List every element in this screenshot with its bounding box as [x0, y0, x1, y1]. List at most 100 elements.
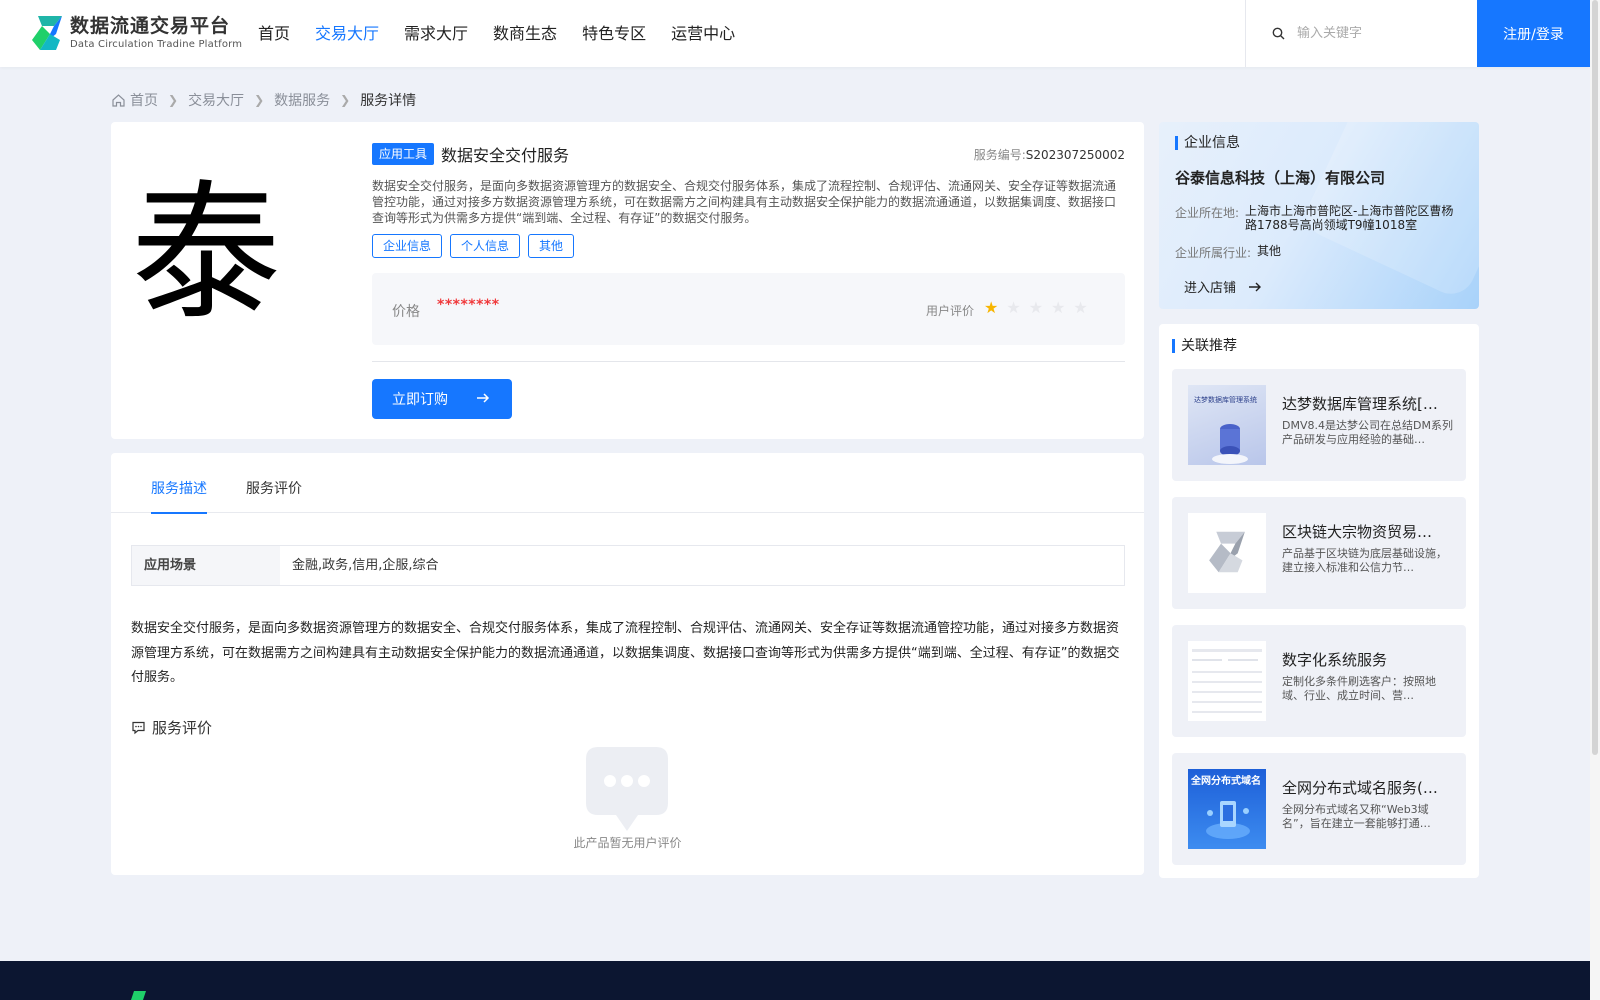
top-header: 数据流通交易平台 Data Circulation Tradine Platfo… [0, 0, 1590, 67]
nav-trading-hall[interactable]: 交易大厅 [315, 22, 379, 46]
service-code: 服务编号:S202307250002 [974, 146, 1125, 163]
arrow-right-icon [477, 393, 490, 403]
detail-card: 服务描述 服务评价 应用场景 金融,政务,信用,企服,综合 数据安全交付服务，是… [111, 453, 1144, 875]
product-card: 泰 应用工具 数据安全交付服务 服务编号:S202307250002 数据安全交… [111, 122, 1144, 439]
tag-other[interactable]: 其他 [528, 234, 575, 258]
company-industry: 企业所属行业: 其他 [1175, 244, 1281, 261]
breadcrumb-home[interactable]: 首页 [130, 90, 158, 110]
nav-home[interactable]: 首页 [258, 22, 290, 46]
company-name: 谷泰信息科技（上海）有限公司 [1175, 169, 1386, 187]
company-industry-value: 其他 [1257, 244, 1282, 258]
network-icon [1206, 801, 1250, 839]
recommend-item-desc: 产品基于区块链为底层基础设施，建立接入标准和公信力节… [1282, 547, 1447, 574]
enter-shop-link[interactable]: 进入店铺 [1184, 277, 1262, 296]
order-now-label: 立即订购 [392, 392, 448, 408]
recommend-item[interactable]: 全网分布式域名 全网分布式域名服务(… 全网分布式域名又称“Web3域名”，旨在… [1172, 753, 1466, 865]
footer-logo-icon [131, 991, 146, 1000]
review-section-title: 服务评价 [131, 717, 212, 738]
company-card: 企业信息 谷泰信息科技（上海）有限公司 企业所在地: 上海市上海市普陀区-上海市… [1159, 122, 1479, 309]
nav-ecosystem[interactable]: 数商生态 [493, 22, 557, 46]
recommend-item-desc: DMV8.4是达梦公司在总结DM系列产品研发与应用经验的基础… [1282, 419, 1453, 446]
product-title: 数据安全交付服务 [441, 146, 570, 165]
recommend-item-name: 全网分布式域名服务(… [1282, 779, 1438, 797]
scrollbar-thumb[interactable] [1592, 0, 1598, 755]
thumb-text: 达梦数据库管理系统 [1194, 396, 1257, 404]
recommend-thumb-digital-system [1188, 641, 1266, 721]
nav-operation-center[interactable]: 运营中心 [671, 22, 735, 46]
breadcrumb-trading-hall[interactable]: 交易大厅 [188, 90, 244, 110]
logo-title: 数据流通交易平台 [70, 15, 231, 37]
company-section-title: 企业信息 [1175, 135, 1240, 151]
site-logo[interactable]: 数据流通交易平台 Data Circulation Tradine Platfo… [28, 12, 242, 54]
tag-enterprise-info[interactable]: 企业信息 [372, 234, 443, 258]
star-icon: ★ [1073, 298, 1088, 317]
logo-subtitle: Data Circulation Tradine Platform [70, 39, 243, 50]
thumb-text: 全网分布式域名 [1191, 776, 1261, 787]
recommend-item-name: 数字化系统服务 [1282, 651, 1388, 669]
main-nav: 首页 交易大厅 需求大厅 数商生态 特色专区 运营中心 [258, 22, 760, 46]
service-description-text: 数据安全交付服务，是面向多数据资源管理方的数据安全、合规交付服务体系，集成了流程… [131, 621, 1120, 685]
category-tag: 应用工具 [372, 143, 435, 165]
recommend-item-desc: 全网分布式域名又称“Web3域名”，旨在建立一套能够打通… [1282, 803, 1431, 830]
company-location: 企业所在地: 上海市上海市普陀区-上海市普陀区曹杨路1788号高尚领域T9幢10… [1175, 204, 1459, 232]
price-box: 价格 ******** 用户评价 ★ ★ ★ ★ ★ [372, 273, 1125, 345]
detail-tabs: 服务描述 服务评价 [111, 453, 1144, 514]
divider [372, 361, 1125, 362]
logo-icon [32, 16, 62, 50]
service-code-value: S202307250002 [1025, 147, 1125, 162]
page-footer [0, 961, 1590, 1000]
recommend-card: 关联推荐 达梦数据库管理系统 达梦数据库管理系统[… DMV8.4是达梦公司在总… [1159, 324, 1479, 878]
comment-icon [132, 721, 145, 735]
company-industry-label: 企业所属行业: [1175, 246, 1252, 260]
page-scrollbar[interactable] [1590, 0, 1600, 1000]
search-icon[interactable] [1272, 27, 1285, 40]
search-input[interactable] [1297, 26, 1467, 41]
nav-demand-hall[interactable]: 需求大厅 [404, 22, 468, 46]
service-code-label: 服务编号: [973, 147, 1026, 162]
recommend-section-title: 关联推荐 [1172, 338, 1237, 354]
rating-label: 用户评价 [926, 304, 975, 318]
chevron-right-icon: ❯ [340, 93, 351, 107]
breadcrumb: 首页 ❯ 交易大厅 ❯ 数据服务 ❯ 服务详情 [111, 90, 416, 110]
company-location-label: 企业所在地: [1175, 206, 1240, 220]
product-description: 数据安全交付服务，是面向多数据资源管理方的数据安全、合规交付服务体系，集成了流程… [372, 179, 1117, 225]
product-tags: 企业信息 个人信息 其他 [372, 234, 1125, 258]
recommend-item-name: 区块链大宗物资贸易… [1282, 523, 1433, 541]
product-image: 泰 [131, 174, 356, 336]
enter-shop-label: 进入店铺 [1184, 281, 1237, 296]
price-value: ******** [437, 297, 500, 313]
nav-special-zone[interactable]: 特色专区 [582, 22, 646, 46]
search-box [1245, 0, 1477, 67]
price-label: 价格 [392, 304, 420, 320]
register-login-button[interactable]: 注册/登录 [1477, 0, 1590, 67]
recommend-item[interactable]: 区块链大宗物资贸易… 产品基于区块链为底层基础设施，建立接入标准和公信力节… [1172, 497, 1466, 609]
star-icon: ★ [984, 298, 999, 317]
breadcrumb-current: 服务详情 [360, 93, 417, 109]
rating-stars: ★ ★ ★ ★ ★ [984, 299, 1096, 317]
recommend-item-desc: 定制化多条件刷选客户：按照地域、行业、成立时间、营… [1282, 675, 1436, 702]
review-title-text: 服务评价 [152, 719, 213, 737]
tag-personal-info[interactable]: 个人信息 [450, 234, 521, 258]
scene-label: 应用场景 [132, 546, 280, 585]
platform-logo-icon [1209, 531, 1245, 573]
tab-service-description[interactable]: 服务描述 [151, 478, 207, 514]
star-icon: ★ [1028, 298, 1044, 317]
recommend-thumb-dameng: 达梦数据库管理系统 [1188, 385, 1266, 465]
star-icon: ★ [1051, 298, 1066, 317]
arrow-right-icon [1249, 282, 1262, 291]
empty-comment-icon [586, 747, 668, 831]
recommend-thumb-web3: 全网分布式域名 [1188, 769, 1266, 849]
database-icon [1212, 424, 1248, 464]
recommend-item[interactable]: 达梦数据库管理系统 达梦数据库管理系统[… DMV8.4是达梦公司在总结DM系列… [1172, 369, 1466, 481]
scene-table: 应用场景 金融,政务,信用,企服,综合 [131, 545, 1125, 586]
tab-service-review[interactable]: 服务评价 [246, 478, 302, 513]
product-image-glyph: 泰 [131, 174, 282, 336]
chevron-right-icon: ❯ [254, 93, 265, 107]
scene-value: 金融,政务,信用,企服,综合 [292, 558, 439, 573]
home-icon [111, 93, 126, 108]
breadcrumb-data-service[interactable]: 数据服务 [274, 90, 330, 110]
recommend-item[interactable]: 数字化系统服务 定制化多条件刷选客户：按照地域、行业、成立时间、营… [1172, 625, 1466, 737]
empty-review-text: 此产品暂无用户评价 [573, 836, 682, 850]
order-now-button[interactable]: 立即订购 [372, 379, 512, 419]
star-icon: ★ [1006, 298, 1021, 317]
